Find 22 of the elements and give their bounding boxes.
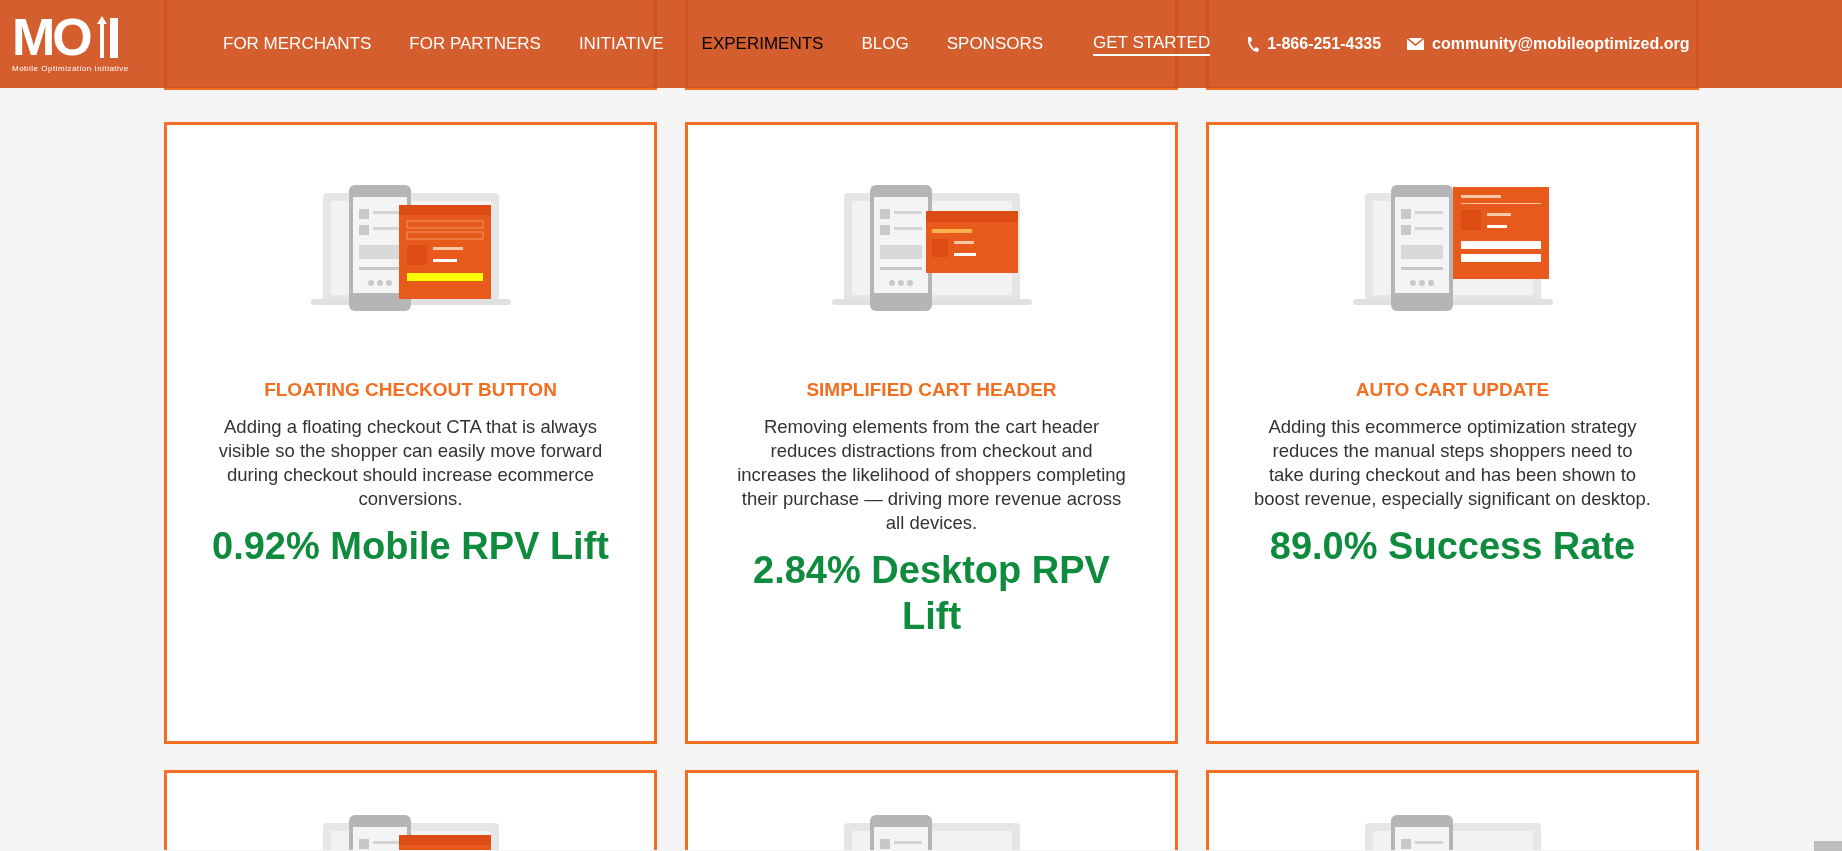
card-description: Adding a floating checkout CTA that is always visible so the shopper can easily move forward during checkout should increase ecommerce conversions. [217,414,604,511]
email-link[interactable]: community@mobileoptimized.org [1432,32,1690,56]
result-metric: 89.0% Success Rate [1269,523,1636,569]
nav-link[interactable]: FOR PARTNERS [409,31,541,57]
result-metric: 2.84% Desktop RPV Lift [752,547,1111,639]
phone-icon [1246,35,1260,53]
card-description: Adding this ecommerce optimization strategy reduces the manual steps shoppers need to take during checkout and has been shown to boost revenue, especially significant on desktop. [1253,414,1652,511]
nav-link[interactable]: EXPERIMENTS [701,31,824,57]
card-title: AUTO CART UPDATE [1355,378,1550,402]
nav-link[interactable]: BLOG [861,31,909,57]
nav-link[interactable]: INITIATIVE [578,31,664,57]
card-title: FLOATING CHECKOUT BUTTON [264,378,557,402]
phone-link[interactable]: 1-866-251-4335 [1267,32,1382,56]
card-description: Removing elements from the cart header reduces distractions from checkout and increases the likelihood of shoppers completing their purchase — driving more revenue across all devices. [736,414,1127,535]
site-logo[interactable]: MO Mobile Optimization Initiative [12,13,130,75]
nav-link[interactable]: FOR MERCHANTS [223,31,372,57]
envelope-icon [1407,38,1425,50]
result-metric: 0.92% Mobile RPV Lift [212,523,609,569]
nav-link[interactable]: GET STARTED [1093,32,1211,56]
nav-link[interactable]: SPONSORS [946,31,1044,57]
card-title: SIMPLIFIED CART HEADER [806,378,1057,402]
scroll-top-button[interactable] [1814,841,1842,851]
